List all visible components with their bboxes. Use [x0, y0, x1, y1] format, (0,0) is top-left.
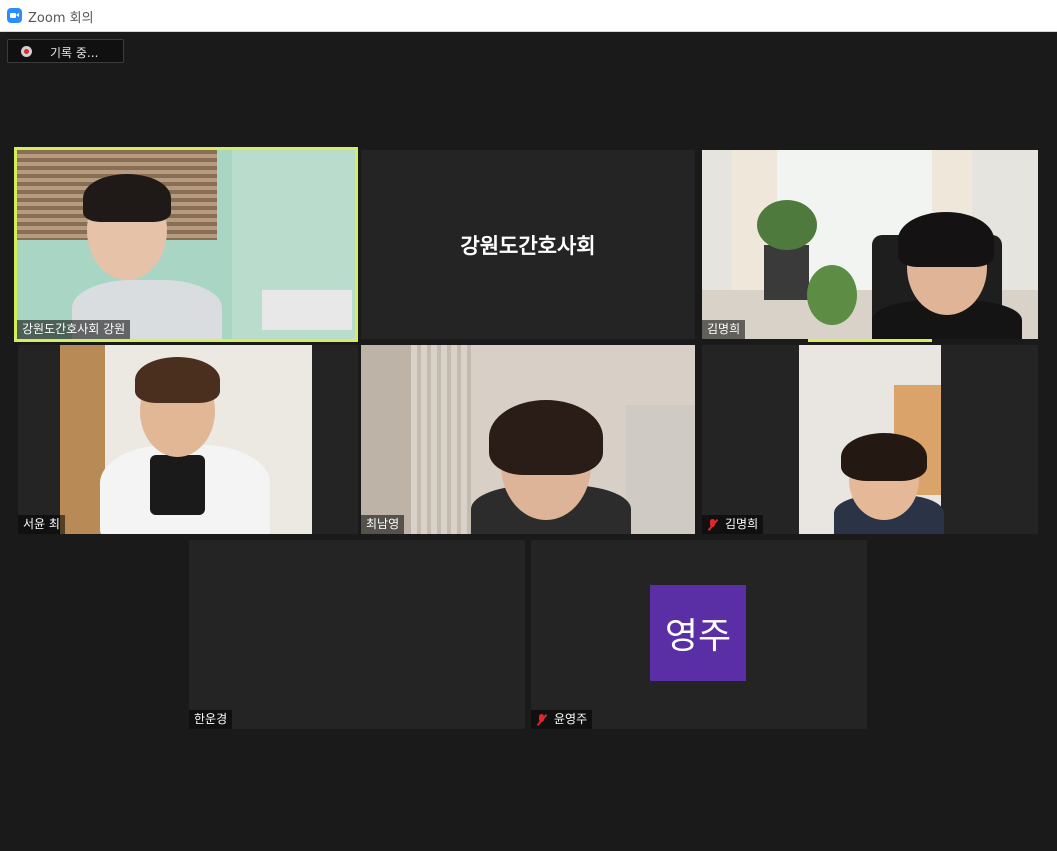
window-title: Zoom 회의 — [28, 11, 94, 26]
video-feed — [361, 345, 695, 534]
participant-name-tag: 서윤 최 — [18, 515, 65, 534]
participant-avatar: 영주 — [650, 585, 746, 681]
mic-muted-icon — [707, 518, 719, 531]
participant-name: 한운경 — [194, 712, 228, 726]
participant-name: 김명희 — [707, 322, 741, 336]
video-tile[interactable]: 김명희 — [702, 345, 1038, 534]
participant-display-name: 강원도간호사회 — [460, 233, 596, 258]
video-tile-no-video[interactable]: 영주 윤영주 — [531, 540, 867, 729]
video-tile[interactable]: 최남영 — [361, 345, 695, 534]
participant-name-tag: 최남영 — [361, 515, 405, 534]
recording-label: 기록 중... — [50, 46, 99, 60]
video-tile[interactable]: 서윤 최 — [18, 345, 358, 534]
video-tile-no-video[interactable]: 강원도간호사회 — [361, 150, 695, 339]
participant-name-tag: 윤영주 — [531, 710, 593, 729]
participant-name-tag: 한운경 — [189, 710, 233, 729]
participant-name-tag: 강원도간호사회 강원 — [17, 320, 131, 339]
participant-name-tag: 김명희 — [702, 515, 764, 534]
zoom-app-icon — [7, 8, 22, 23]
recording-indicator[interactable]: 기록 중... — [7, 39, 124, 63]
video-feed — [17, 150, 355, 339]
video-feed — [702, 150, 1038, 339]
video-feed — [60, 345, 312, 534]
video-tile[interactable]: 김명희 — [702, 150, 1038, 339]
participant-name: 김명희 — [725, 517, 759, 531]
record-icon — [21, 46, 32, 57]
speaker-highlight — [808, 339, 932, 342]
mic-muted-icon — [536, 713, 548, 726]
participant-name: 윤영주 — [554, 712, 588, 726]
participant-name: 서윤 최 — [23, 517, 60, 531]
window-titlebar: Zoom 회의 — [0, 0, 1057, 32]
video-tile-no-video[interactable]: 한운경 — [189, 540, 525, 729]
video-tile-active-speaker[interactable]: 강원도간호사회 강원 — [14, 147, 358, 342]
video-feed — [799, 345, 944, 534]
participant-name: 강원도간호사회 강원 — [22, 322, 126, 336]
participant-name-tag: 김명희 — [702, 320, 746, 339]
participant-name: 최남영 — [366, 517, 400, 531]
